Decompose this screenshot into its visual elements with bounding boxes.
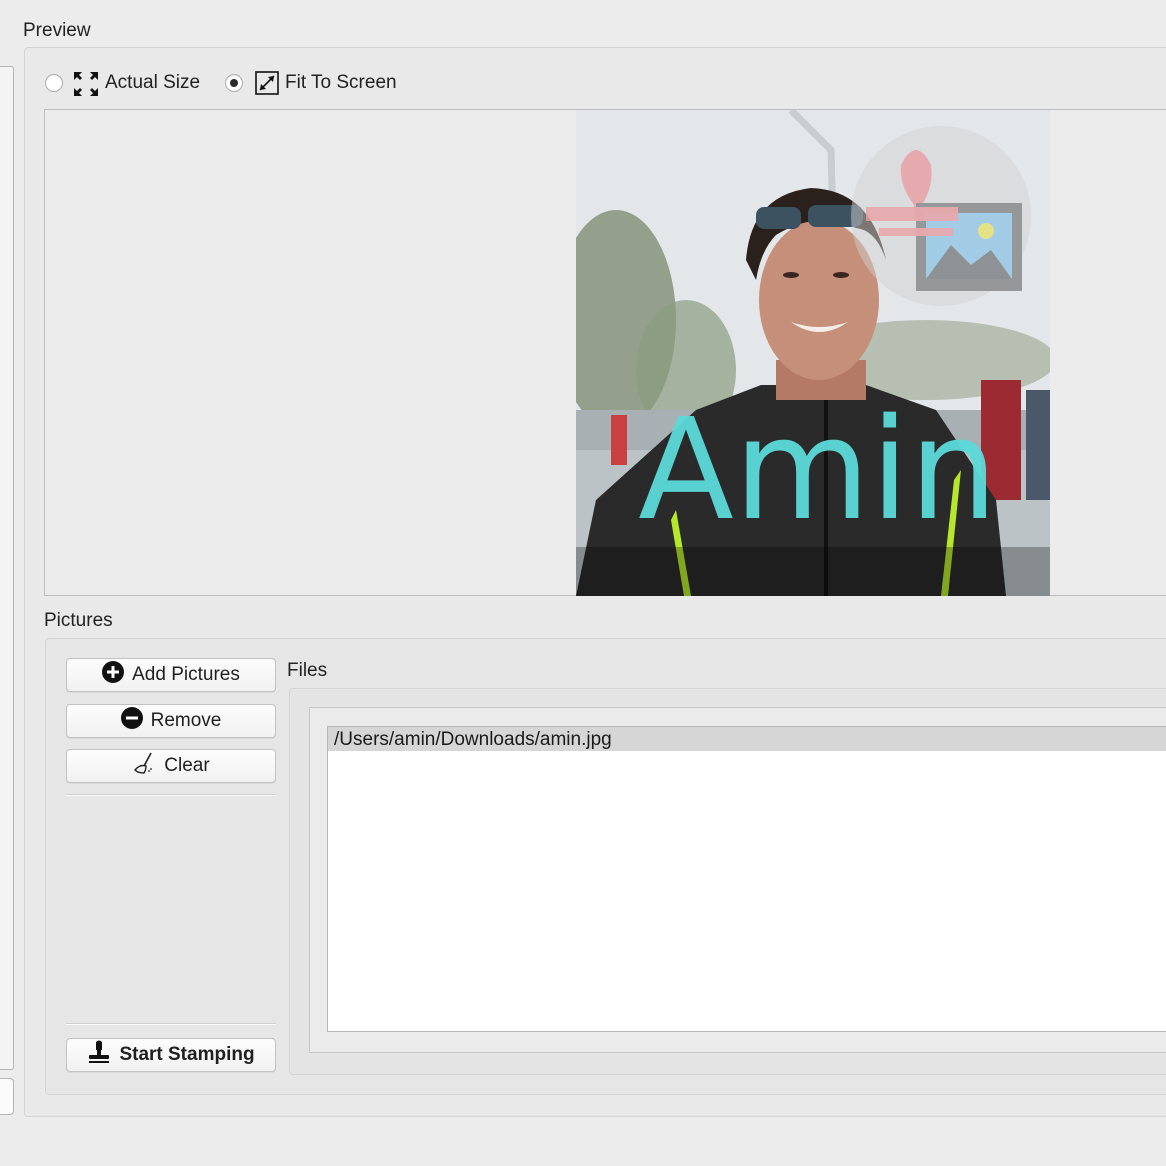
broom-icon	[132, 752, 156, 780]
files-list[interactable]: /Users/amin/Downloads/amin.jpg	[327, 726, 1166, 1032]
files-group-title: Files	[287, 660, 328, 681]
remove-label: Remove	[150, 710, 222, 731]
button-separator-bottom	[66, 1023, 276, 1025]
add-pictures-button[interactable]: Add Pictures	[66, 658, 276, 692]
fit-to-screen-radio[interactable]	[225, 74, 243, 92]
pictures-group-title: Pictures	[44, 610, 113, 631]
left-panel	[0, 66, 14, 1070]
actual-size-option[interactable]: Actual Size	[44, 70, 219, 98]
fit-to-screen-option[interactable]: Fit To Screen	[224, 70, 424, 98]
add-pictures-label: Add Pictures	[132, 664, 240, 685]
minus-circle-icon	[120, 707, 143, 735]
left-input-field[interactable]	[0, 1078, 14, 1115]
file-list-item[interactable]: /Users/amin/Downloads/amin.jpg	[328, 727, 1166, 751]
preview-group-title: Preview	[23, 20, 91, 41]
fit-to-screen-label: Fit To Screen	[285, 72, 397, 93]
clear-button[interactable]: Clear	[66, 749, 276, 783]
actual-size-radio[interactable]	[45, 74, 63, 92]
remove-button[interactable]: Remove	[66, 704, 276, 738]
actual-size-label: Actual Size	[105, 72, 201, 93]
preview-image: Amin	[576, 110, 1050, 596]
start-stamping-button[interactable]: Start Stamping	[66, 1038, 276, 1072]
start-stamping-label: Start Stamping	[119, 1044, 255, 1065]
watermark-text: Amin	[638, 389, 998, 552]
stamp-logo	[851, 126, 1031, 306]
expand-arrows-icon	[73, 71, 99, 97]
stamp-icon	[87, 1040, 111, 1070]
button-separator	[66, 794, 276, 796]
plus-circle-icon	[102, 661, 125, 689]
clear-label: Clear	[164, 755, 210, 776]
resize-diagonal-icon	[255, 71, 279, 95]
